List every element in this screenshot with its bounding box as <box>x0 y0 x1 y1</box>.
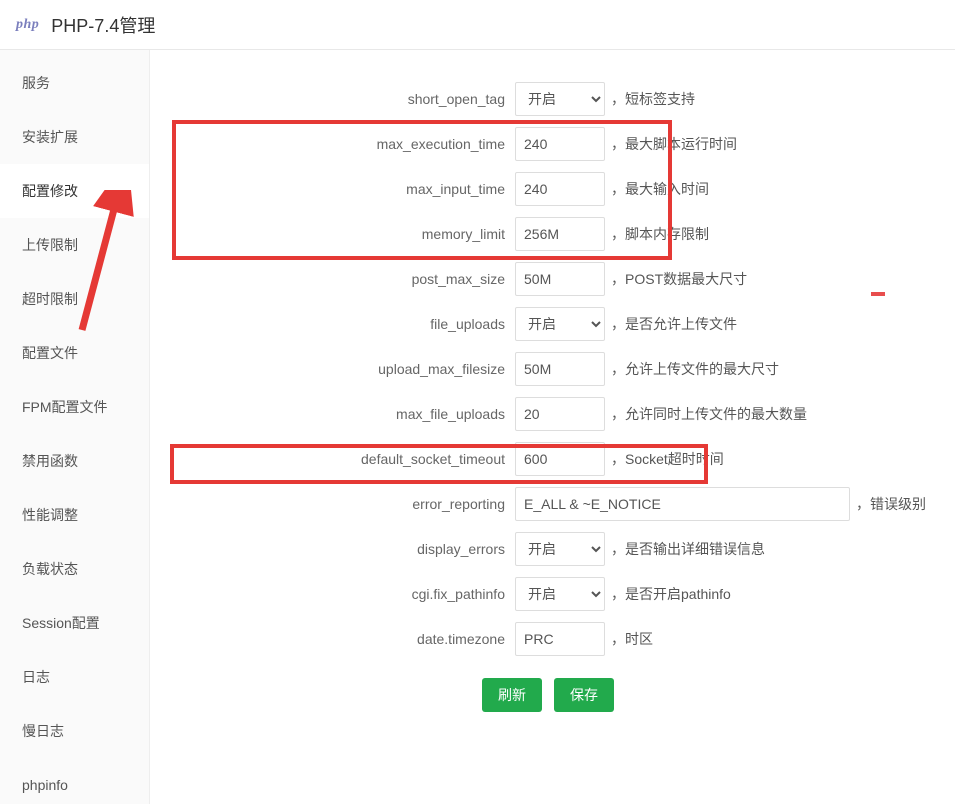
config-label: post_max_size <box>150 271 515 287</box>
sidebar-item-label: 性能调整 <box>22 507 78 523</box>
sidebar-item-performance[interactable]: 性能调整 <box>0 488 149 542</box>
row-short-open-tag: short_open_tag 开启 ，短标签支持 <box>150 76 945 121</box>
config-label: max_input_time <box>150 181 515 197</box>
content-area: short_open_tag 开启 ，短标签支持 max_execution_t… <box>150 50 955 804</box>
row-file-uploads: file_uploads 开启 ，是否允许上传文件 <box>150 301 945 346</box>
annotation-mark <box>871 292 885 296</box>
config-label: max_execution_time <box>150 136 515 152</box>
default-socket-timeout-input[interactable] <box>515 442 605 476</box>
sidebar-item-label: 禁用函数 <box>22 453 78 469</box>
sidebar: 服务 安装扩展 配置修改 上传限制 超时限制 配置文件 FPM配置文件 禁用函数… <box>0 50 150 804</box>
sidebar-item-upload-limit[interactable]: 上传限制 <box>0 218 149 272</box>
max-file-uploads-input[interactable] <box>515 397 605 431</box>
date-timezone-input[interactable] <box>515 622 605 656</box>
php-logo-icon: php <box>16 17 39 33</box>
file-uploads-select[interactable]: 开启 <box>515 307 605 341</box>
sidebar-item-label: Session配置 <box>22 615 100 631</box>
config-hint: ，时区 <box>605 629 653 649</box>
config-hint: ，短标签支持 <box>605 89 695 109</box>
sidebar-item-config-file[interactable]: 配置文件 <box>0 326 149 380</box>
config-label: display_errors <box>150 541 515 557</box>
config-hint: ，POST数据最大尺寸 <box>605 269 747 289</box>
short-open-tag-select[interactable]: 开启 <box>515 82 605 116</box>
max-execution-time-input[interactable] <box>515 127 605 161</box>
config-label: memory_limit <box>150 226 515 242</box>
config-hint: ，允许同时上传文件的最大数量 <box>605 404 807 424</box>
memory-limit-input[interactable] <box>515 217 605 251</box>
row-upload-max-filesize: upload_max_filesize ，允许上传文件的最大尺寸 <box>150 346 945 391</box>
sidebar-item-label: 服务 <box>22 75 50 91</box>
save-button[interactable]: 保存 <box>554 678 614 712</box>
row-max-execution-time: max_execution_time ，最大脚本运行时间 <box>150 121 945 166</box>
config-label: upload_max_filesize <box>150 361 515 377</box>
display-errors-select[interactable]: 开启 <box>515 532 605 566</box>
config-hint: ，最大输入时间 <box>605 179 709 199</box>
max-input-time-input[interactable] <box>515 172 605 206</box>
config-hint: ，是否输出详细错误信息 <box>605 539 765 559</box>
config-hint: ，脚本内存限制 <box>605 224 709 244</box>
config-hint: ，允许上传文件的最大尺寸 <box>605 359 779 379</box>
config-hint: ，最大脚本运行时间 <box>605 134 737 154</box>
error-reporting-input[interactable] <box>515 487 850 521</box>
post-max-size-input[interactable] <box>515 262 605 296</box>
row-max-input-time: max_input_time ，最大输入时间 <box>150 166 945 211</box>
sidebar-item-session[interactable]: Session配置 <box>0 596 149 650</box>
sidebar-item-label: 负载状态 <box>22 561 78 577</box>
page-title: PHP-7.4管理 <box>51 12 155 38</box>
sidebar-item-disabled-func[interactable]: 禁用函数 <box>0 434 149 488</box>
sidebar-item-label: 超时限制 <box>22 291 78 307</box>
sidebar-item-install-ext[interactable]: 安装扩展 <box>0 110 149 164</box>
cgi-fix-pathinfo-select[interactable]: 开启 <box>515 577 605 611</box>
config-label: default_socket_timeout <box>150 451 515 467</box>
sidebar-item-label: 上传限制 <box>22 237 78 253</box>
config-label: error_reporting <box>150 496 515 512</box>
row-error-reporting: error_reporting ，错误级别 <box>150 481 945 526</box>
titlebar: php PHP-7.4管理 <box>0 0 955 50</box>
upload-max-filesize-input[interactable] <box>515 352 605 386</box>
sidebar-item-load-status[interactable]: 负载状态 <box>0 542 149 596</box>
config-label: cgi.fix_pathinfo <box>150 586 515 602</box>
row-memory-limit: memory_limit ，脚本内存限制 <box>150 211 945 256</box>
sidebar-item-label: 日志 <box>22 669 50 685</box>
config-hint: ，是否允许上传文件 <box>605 314 737 334</box>
row-default-socket-timeout: default_socket_timeout ，Socket超时时间 <box>150 436 945 481</box>
sidebar-item-label: phpinfo <box>22 777 68 793</box>
row-max-file-uploads: max_file_uploads ，允许同时上传文件的最大数量 <box>150 391 945 436</box>
sidebar-item-config-edit[interactable]: 配置修改 <box>0 164 149 218</box>
row-post-max-size: post_max_size ，POST数据最大尺寸 <box>150 256 945 301</box>
row-display-errors: display_errors 开启 ，是否输出详细错误信息 <box>150 526 945 571</box>
sidebar-item-label: 配置文件 <box>22 345 78 361</box>
row-cgi-fix-pathinfo: cgi.fix_pathinfo 开启 ，是否开启pathinfo <box>150 571 945 616</box>
config-hint: ，错误级别 <box>850 494 926 514</box>
sidebar-item-label: 安装扩展 <box>22 129 78 145</box>
sidebar-item-label: 配置修改 <box>22 183 78 199</box>
sidebar-item-service[interactable]: 服务 <box>0 56 149 110</box>
config-hint: ，是否开启pathinfo <box>605 584 731 604</box>
sidebar-item-log[interactable]: 日志 <box>0 650 149 704</box>
sidebar-item-label: FPM配置文件 <box>22 399 108 415</box>
button-row: 刷新 保存 <box>150 671 945 719</box>
row-date-timezone: date.timezone ，时区 <box>150 616 945 661</box>
config-label: date.timezone <box>150 631 515 647</box>
refresh-button[interactable]: 刷新 <box>482 678 542 712</box>
sidebar-item-slowlog[interactable]: 慢日志 <box>0 704 149 758</box>
config-label: max_file_uploads <box>150 406 515 422</box>
config-hint: ，Socket超时时间 <box>605 449 724 469</box>
config-label: short_open_tag <box>150 91 515 107</box>
sidebar-item-fpm-config[interactable]: FPM配置文件 <box>0 380 149 434</box>
sidebar-item-label: 慢日志 <box>22 723 64 739</box>
config-label: file_uploads <box>150 316 515 332</box>
sidebar-item-timeout[interactable]: 超时限制 <box>0 272 149 326</box>
